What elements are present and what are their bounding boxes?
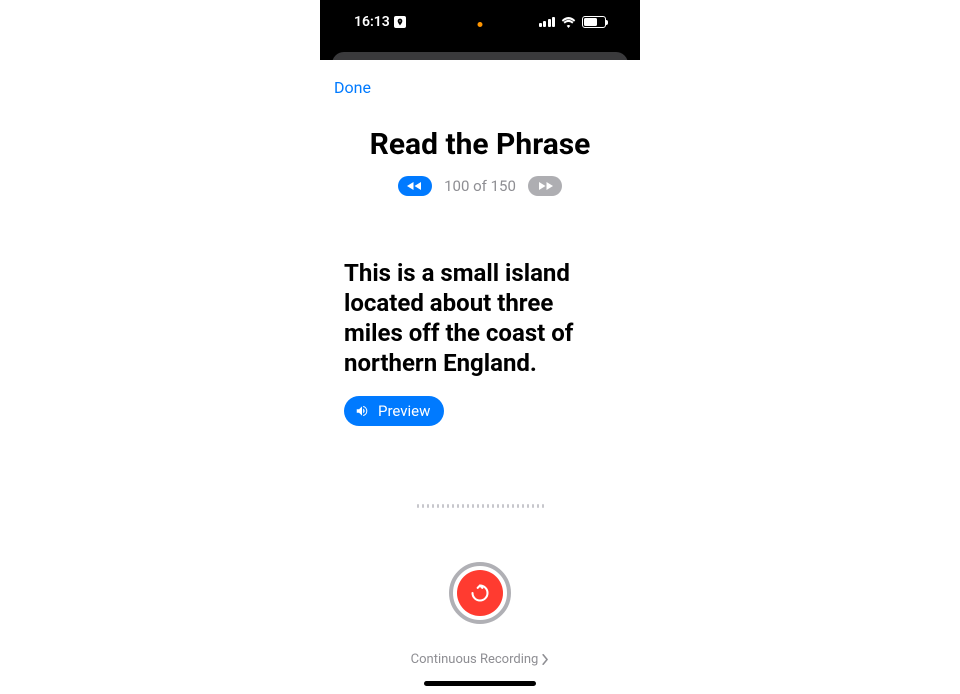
battery-icon [582, 16, 606, 28]
rewind-icon [407, 181, 423, 191]
chevron-right-icon [542, 654, 549, 665]
previous-phrase-button[interactable] [398, 176, 432, 196]
record-button[interactable] [449, 562, 511, 624]
speaker-icon [354, 404, 370, 418]
continuous-recording-label: Continuous Recording [411, 652, 539, 667]
continuous-recording-button[interactable]: Continuous Recording [320, 652, 640, 667]
record-button-inner [457, 570, 503, 616]
status-left: 16:13 [354, 14, 406, 30]
next-phrase-button[interactable] [528, 176, 562, 196]
status-right [539, 16, 607, 28]
retry-icon [470, 583, 490, 603]
phrase-counter: 100 of 150 [444, 177, 516, 195]
location-icon [394, 16, 406, 28]
done-button[interactable]: Done [320, 60, 385, 105]
phone-frame: 16:13 Done Read the Phrase [320, 0, 640, 694]
waveform-placeholder [320, 504, 640, 508]
recording-indicator-dot [478, 22, 483, 27]
preview-label: Preview [378, 402, 430, 420]
wifi-icon [561, 17, 576, 28]
preview-button[interactable]: Preview [344, 396, 444, 426]
background-sheet-peek [320, 48, 640, 60]
cellular-icon [539, 17, 556, 27]
phrase-navigation: 100 of 150 [320, 176, 640, 196]
phrase-text: This is a small island located about thr… [320, 258, 640, 378]
page-title: Read the Phrase [320, 127, 640, 162]
modal-sheet: Done Read the Phrase 100 of 150 This is … [320, 60, 640, 694]
status-time: 16:13 [354, 14, 390, 30]
home-indicator[interactable] [424, 681, 536, 686]
fast-forward-icon [537, 181, 553, 191]
status-bar: 16:13 [320, 0, 640, 48]
